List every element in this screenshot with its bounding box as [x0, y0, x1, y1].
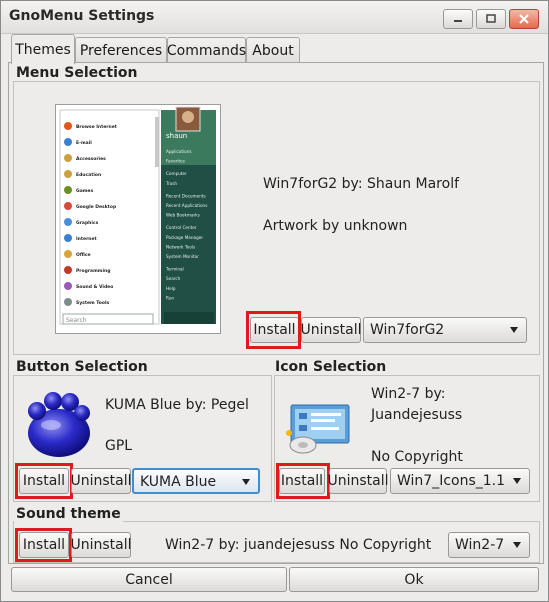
preview-username: shaun	[166, 132, 187, 140]
preview-search: Search	[66, 317, 87, 324]
minimize-icon	[454, 20, 462, 22]
icon-theme-info: Win2-7 by:	[371, 386, 446, 402]
sound-install-highlight	[15, 528, 72, 562]
preview-right-item: Search	[166, 276, 181, 281]
preview-right-item: Recent Applications	[166, 203, 207, 208]
tab-themes[interactable]: Themes	[11, 34, 75, 64]
preview-left-icon	[64, 122, 72, 130]
preview-left-icon	[64, 218, 72, 226]
preview-right-item: Run	[166, 295, 174, 300]
maximize-button[interactable]	[476, 9, 506, 29]
preview-left-icon	[64, 250, 72, 258]
preview-left-item: Sound & Video	[76, 284, 113, 290]
preview-left-icon	[64, 282, 72, 290]
preview-left-icon	[64, 170, 72, 178]
icon-theme-license: No Copyright	[371, 449, 463, 465]
cancel-button[interactable]: Cancel	[11, 567, 287, 592]
preview-left-item: Games	[76, 188, 93, 194]
preview-right-item: Computer	[166, 171, 187, 176]
menu-selection-label: Menu Selection	[14, 65, 140, 81]
preview-right-item: Applications	[166, 149, 192, 154]
preview-left-item: Internet	[76, 236, 98, 242]
icon-theme-value: Win7_Icons_1.1	[397, 473, 506, 489]
preview-left-item: System Tools	[76, 300, 110, 306]
button-theme-info: KUMA Blue by: Pegel	[105, 397, 249, 413]
preview-left-item: Education	[76, 172, 101, 178]
button-selection-label: Button Selection	[14, 359, 150, 375]
preview-left-icon	[64, 154, 72, 162]
preview-right-item: Favorites	[166, 159, 185, 164]
tab-about[interactable]: About	[246, 37, 300, 63]
sound-uninstall-button[interactable]: Uninstall	[70, 532, 132, 558]
icon-theme-author: Juandejesuss	[371, 407, 463, 423]
menu-theme-value: Win7forG2	[370, 322, 445, 338]
preview-right-item: Web Bookmarks	[166, 213, 200, 218]
preview-left-icon	[64, 202, 72, 210]
preview-left-item: Programming	[76, 268, 110, 274]
preview-right-item: System Monitor	[166, 254, 199, 259]
maximize-icon	[486, 14, 496, 23]
button-theme-value: KUMA Blue	[140, 474, 217, 490]
kuma-blue-button-icon	[28, 392, 90, 457]
chevron-down-icon	[242, 479, 250, 485]
preview-left-item: Accessories	[76, 156, 106, 162]
preview-right-item: Trash	[165, 181, 177, 186]
sound-theme-label: Sound theme	[14, 506, 123, 522]
minimize-button[interactable]	[443, 9, 473, 29]
icon-uninstall-button[interactable]: Uninstall	[327, 468, 389, 494]
preview-left-item: Graphics	[76, 220, 99, 226]
icon-theme-select[interactable]: Win7_Icons_1.1	[390, 468, 530, 494]
menu-theme-select[interactable]: Win7forG2	[363, 317, 527, 343]
preview-left-icon	[64, 234, 72, 242]
preview-left-icon	[64, 186, 72, 194]
menu-theme-artwork: Artwork by unknown	[263, 218, 408, 234]
menu-uninstall-button[interactable]: Uninstall	[300, 317, 362, 343]
preview-right-item: Help	[166, 286, 176, 291]
button-install-highlight	[15, 463, 73, 499]
preview-left-icon	[64, 298, 72, 306]
tab-commands[interactable]: Commands	[167, 37, 246, 63]
close-button[interactable]	[509, 9, 539, 29]
icon-selection-label: Icon Selection	[273, 359, 389, 375]
preview-left-item: Browse Internet	[76, 124, 118, 130]
sound-theme-select[interactable]: Win2-7	[448, 532, 530, 558]
chevron-down-icon	[513, 542, 521, 548]
close-icon	[519, 14, 529, 24]
window-title: GnoMenu Settings	[9, 8, 155, 24]
sound-theme-value: Win2-7	[455, 537, 505, 553]
chevron-down-icon	[510, 327, 518, 333]
chevron-down-icon	[513, 478, 521, 484]
menu-preview-image: Search Browse Internet E-mail Accessories E…	[55, 104, 221, 334]
menu-preview-graphic: Search Browse Internet E-mail Accessories E…	[56, 105, 220, 333]
button-theme-license: GPL	[105, 438, 133, 454]
preview-left-item: Google Desktop	[76, 204, 117, 210]
preview-right-item: Control Center	[166, 225, 197, 230]
button-uninstall-button[interactable]: Uninstall	[70, 468, 132, 494]
tab-preferences[interactable]: Preferences	[75, 37, 167, 63]
sound-theme-info: Win2-7 by: juandejesuss No Copyright	[165, 537, 432, 553]
control-panel-icon	[286, 404, 350, 454]
preview-right-item: Recent Documents	[166, 193, 206, 198]
preview-left-item: E-mail	[76, 140, 92, 146]
title-bar: GnoMenu Settings	[1, 1, 548, 34]
menu-theme-info: Win7forG2 by: Shaun Marolf	[263, 176, 460, 192]
preview-left-item: Office	[76, 252, 91, 258]
icon-install-highlight	[276, 463, 330, 499]
menu-install-highlight	[246, 311, 301, 349]
preview-left-icon	[64, 138, 72, 146]
preview-right-item: Terminal	[165, 267, 184, 272]
preview-right-item: Package Manager	[166, 235, 203, 240]
preview-left-icon	[64, 266, 72, 274]
button-theme-select[interactable]: KUMA Blue	[132, 468, 260, 494]
settings-window: GnoMenu Settings Themes Preferences Comm…	[0, 0, 549, 602]
ok-button[interactable]: Ok	[289, 567, 539, 592]
preview-right-item: Network Tools	[166, 244, 195, 249]
